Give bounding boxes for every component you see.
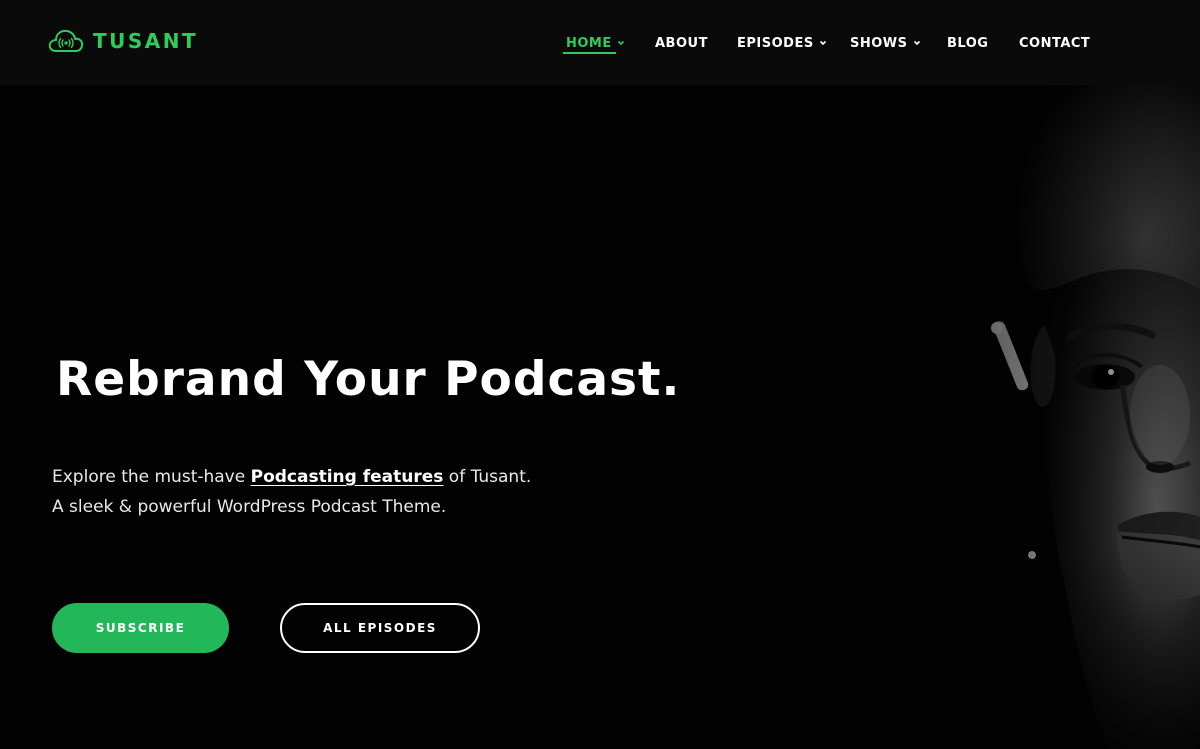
active-nav-underline [563, 52, 616, 54]
nav-item-label: HOME [566, 35, 612, 51]
hero-description: Explore the must-have Podcasting feature… [52, 462, 531, 522]
all-episodes-button[interactable]: ALL EPISODES [280, 603, 480, 653]
site-logo[interactable]: TUSANT [47, 26, 198, 56]
nav-item-label: EPISODES [737, 35, 814, 51]
nav-item-about[interactable]: ABOUT [655, 33, 708, 53]
subscribe-button[interactable]: SUBSCRIBE [52, 603, 229, 653]
chevron-down-icon [617, 40, 624, 46]
brand-name: TUSANT [93, 29, 199, 53]
nav-item-label: BLOG [947, 35, 989, 51]
chevron-down-icon [819, 40, 826, 46]
page: TUSANT HOME ABOUT EPISODES SHOWS BLOG CO… [0, 0, 1200, 749]
hero-line-1: Explore the must-have Podcasting feature… [52, 462, 531, 492]
nav-item-label: CONTACT [1019, 35, 1091, 51]
nav-item-label: ABOUT [655, 35, 708, 51]
nav-item-contact[interactable]: CONTACT [1019, 33, 1090, 53]
site-header: TUSANT HOME ABOUT EPISODES SHOWS BLOG CO… [0, 0, 1200, 85]
hero-line-1-start: Explore the must-have [52, 467, 251, 487]
podcasting-features-link[interactable]: Podcasting features [251, 467, 444, 487]
nav-item-episodes[interactable]: EPISODES [737, 33, 827, 53]
cloud-podcast-icon [48, 29, 84, 52]
nav-item-blog[interactable]: BLOG [947, 33, 988, 53]
nav-item-shows[interactable]: SHOWS [850, 33, 921, 53]
nav-item-label: SHOWS [850, 35, 908, 51]
hero-title: Rebrand Your Podcast. [56, 352, 681, 407]
hero-portrait-image [860, 85, 1200, 749]
nav-item-home[interactable]: HOME [566, 33, 625, 53]
hero-line-1-end: of Tusant. [443, 467, 532, 487]
chevron-down-icon [913, 40, 920, 46]
hero-line-2: A sleek & powerful WordPress Podcast The… [52, 497, 447, 517]
